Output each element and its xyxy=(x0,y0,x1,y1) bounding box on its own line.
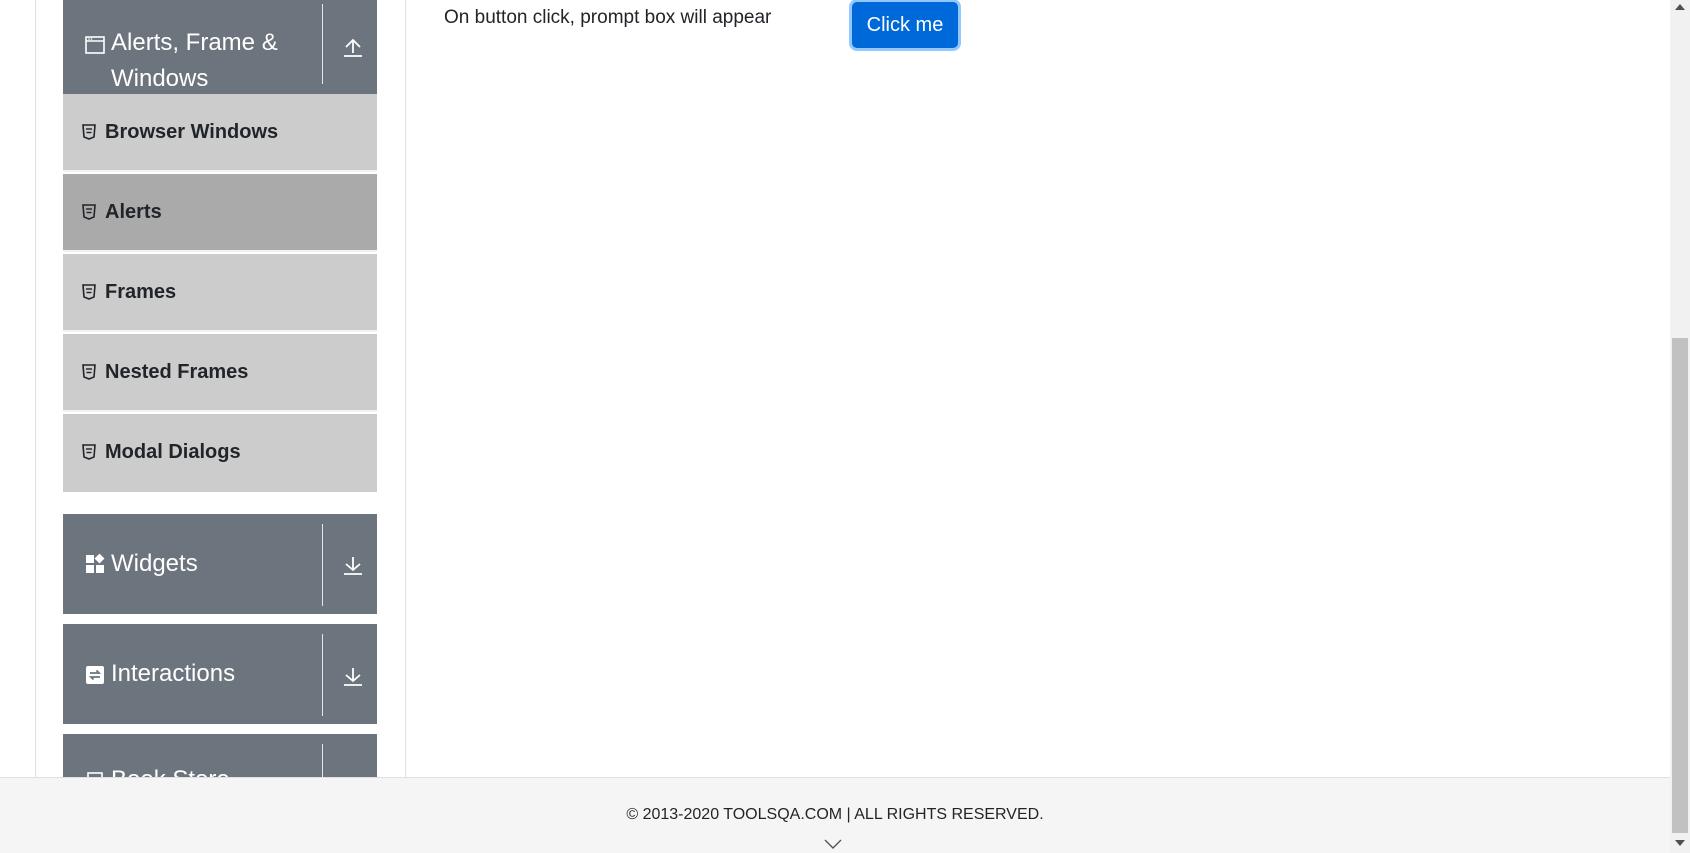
footer: © 2013-2020 TOOLSQA.COM | ALL RIGHTS RES… xyxy=(0,777,1670,853)
menu-item-alerts[interactable]: Alerts xyxy=(63,174,377,252)
menu-item-label: Frames xyxy=(105,281,177,303)
html5-icon xyxy=(82,284,96,300)
scroll-down-arrow-icon[interactable] xyxy=(1675,840,1685,846)
menu-item-label: Browser Windows xyxy=(105,121,279,143)
prompt-description: On button click, prompt box will appear xyxy=(444,7,772,28)
group-title: Book Store Application xyxy=(111,762,311,777)
menu-item-label: Modal Dialogs xyxy=(105,441,241,463)
group-book-store[interactable]: Book Store Application xyxy=(63,734,377,777)
html5-icon xyxy=(82,444,96,460)
group-title: Widgets xyxy=(111,550,198,577)
group-title: Alerts, Frame & Windows xyxy=(111,29,278,92)
group-separator xyxy=(322,524,323,606)
chevron-down-icon[interactable] xyxy=(824,838,842,850)
window-icon xyxy=(84,34,106,56)
group-separator xyxy=(322,4,323,84)
arrow-down-icon[interactable] xyxy=(341,664,365,688)
widgets-icon xyxy=(84,553,106,575)
group-interactions[interactable]: Interactions xyxy=(63,624,377,724)
group-title: Interactions xyxy=(111,660,236,687)
scrollbar-thumb[interactable] xyxy=(1672,338,1688,833)
menu-item-modal-dialogs[interactable]: Modal Dialogs xyxy=(63,414,377,492)
book-icon xyxy=(84,770,106,777)
scroll-up-arrow-icon[interactable] xyxy=(1675,4,1685,10)
prompt-button[interactable]: Click me xyxy=(852,2,958,48)
group-widgets[interactable]: Widgets xyxy=(63,514,377,614)
sidebar: Alerts, Frame & Windows Browser Windows A… xyxy=(63,0,377,777)
vertical-scrollbar[interactable] xyxy=(1670,0,1690,853)
group-separator xyxy=(322,744,323,777)
page-left-border xyxy=(35,0,36,777)
arrow-down-icon[interactable] xyxy=(341,553,365,577)
menu-item-browser-windows[interactable]: Browser Windows xyxy=(63,94,377,172)
html5-icon xyxy=(82,124,96,140)
arrow-up-icon[interactable] xyxy=(341,35,365,59)
sidebar-divider xyxy=(405,0,406,777)
group-separator xyxy=(322,634,323,716)
menu-item-nested-frames[interactable]: Nested Frames xyxy=(63,334,377,412)
html5-icon xyxy=(82,364,96,380)
menu-item-label: Nested Frames xyxy=(105,361,249,383)
menu-item-label: Alerts xyxy=(105,201,162,223)
interactions-icon xyxy=(84,664,106,686)
html5-icon xyxy=(82,204,96,220)
group-alerts-frame-windows[interactable]: Alerts, Frame & Windows xyxy=(63,0,377,94)
menu-item-frames[interactable]: Frames xyxy=(63,254,377,332)
footer-copyright: © 2013-2020 TOOLSQA.COM | ALL RIGHTS RES… xyxy=(626,806,1044,823)
